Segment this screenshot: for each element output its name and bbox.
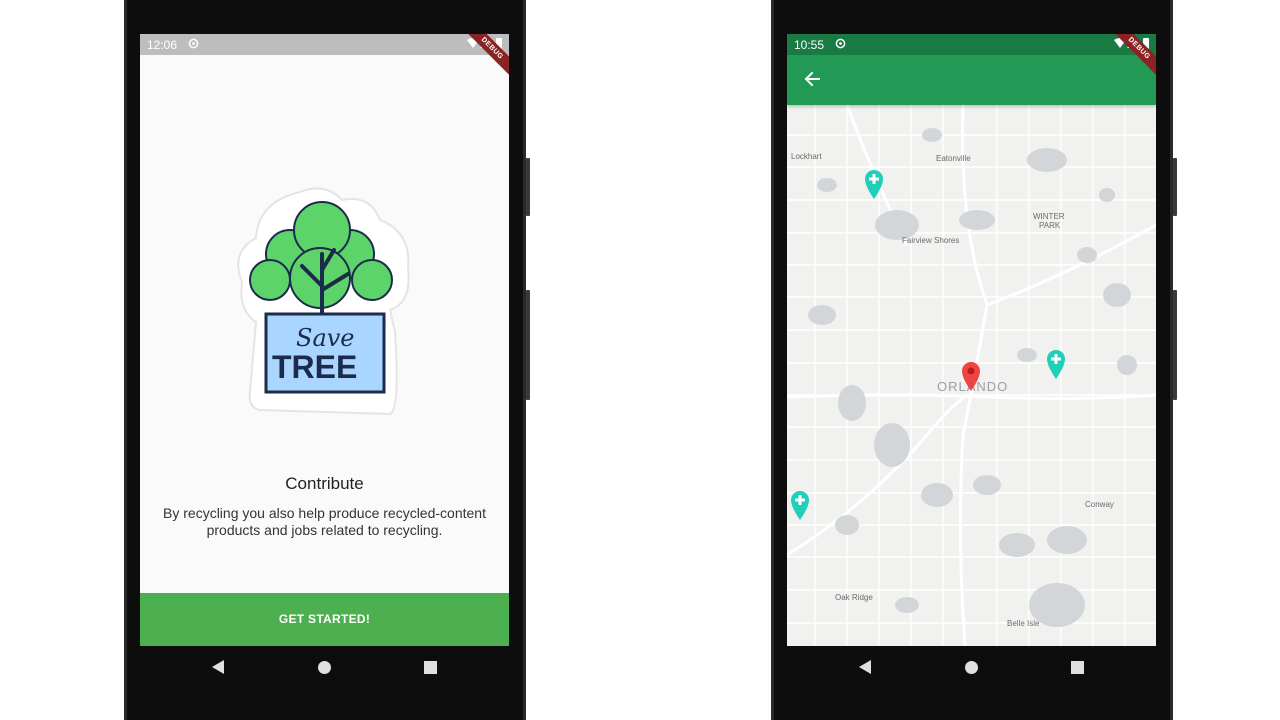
onboarding-screen: 12:06 DEBUG Save TREE Contribute By recy… bbox=[140, 34, 509, 646]
home-circle-icon[interactable] bbox=[965, 661, 978, 674]
map-label-conway: Conway bbox=[1085, 500, 1114, 509]
status-time: 10:55 bbox=[794, 38, 825, 52]
power-button bbox=[526, 290, 530, 400]
map-label-lockhart: Lockhart bbox=[791, 152, 822, 161]
volume-button bbox=[1173, 158, 1177, 216]
illustration-save-text: Save bbox=[296, 324, 355, 352]
teal-plus-marker[interactable] bbox=[789, 489, 811, 521]
back-triangle-icon[interactable] bbox=[212, 660, 224, 674]
recent-apps-icon[interactable] bbox=[424, 661, 437, 674]
page-description: By recycling you also help produce recyc… bbox=[163, 505, 486, 538]
power-button bbox=[1173, 290, 1177, 400]
back-arrow-icon[interactable] bbox=[804, 71, 820, 87]
teal-plus-marker[interactable] bbox=[1045, 348, 1067, 380]
status-bar: 12:06 DEBUG bbox=[140, 34, 509, 84]
map-label-oak-ridge: Oak Ridge bbox=[835, 593, 873, 602]
status-time: 12:06 bbox=[147, 38, 178, 52]
map-label-park: PARK bbox=[1039, 221, 1061, 230]
map-label-eatonville: Eatonville bbox=[936, 154, 971, 163]
left-phone-frame: 12:06 DEBUG Save TREE Contribute By recy… bbox=[124, 0, 530, 720]
teal-plus-marker[interactable] bbox=[863, 168, 885, 200]
android-nav-bar bbox=[140, 646, 509, 690]
map-label-fairview-shores: Fairview Shores bbox=[902, 236, 960, 245]
save-tree-illustration: Save TREE bbox=[237, 187, 410, 416]
sync-icon bbox=[188, 38, 199, 49]
app-bar bbox=[787, 55, 1156, 105]
status-bar: 10:55 DEBUG bbox=[787, 34, 1156, 84]
current-location-marker[interactable] bbox=[960, 360, 982, 392]
map-view[interactable]: Lockhart Eatonville WINTER PARK Fairview… bbox=[787, 105, 1156, 646]
sync-icon bbox=[835, 38, 846, 49]
get-started-button[interactable]: GET STARTED! bbox=[140, 593, 509, 646]
back-triangle-icon[interactable] bbox=[859, 660, 871, 674]
home-circle-icon[interactable] bbox=[318, 661, 331, 674]
android-nav-bar bbox=[787, 646, 1156, 690]
map-screen: 10:55 DEBUG Lockhart Eatonville WINTER P… bbox=[787, 34, 1156, 646]
map-label-belle-isle: Belle Isle bbox=[1007, 619, 1040, 628]
right-phone-frame: 10:55 DEBUG Lockhart Eatonville WINTER P… bbox=[771, 0, 1177, 720]
page-title: Contribute bbox=[285, 474, 364, 493]
recent-apps-icon[interactable] bbox=[1071, 661, 1084, 674]
map-label-winter: WINTER bbox=[1033, 212, 1065, 221]
volume-button bbox=[526, 158, 530, 216]
illustration-tree-text: TREE bbox=[272, 349, 357, 385]
